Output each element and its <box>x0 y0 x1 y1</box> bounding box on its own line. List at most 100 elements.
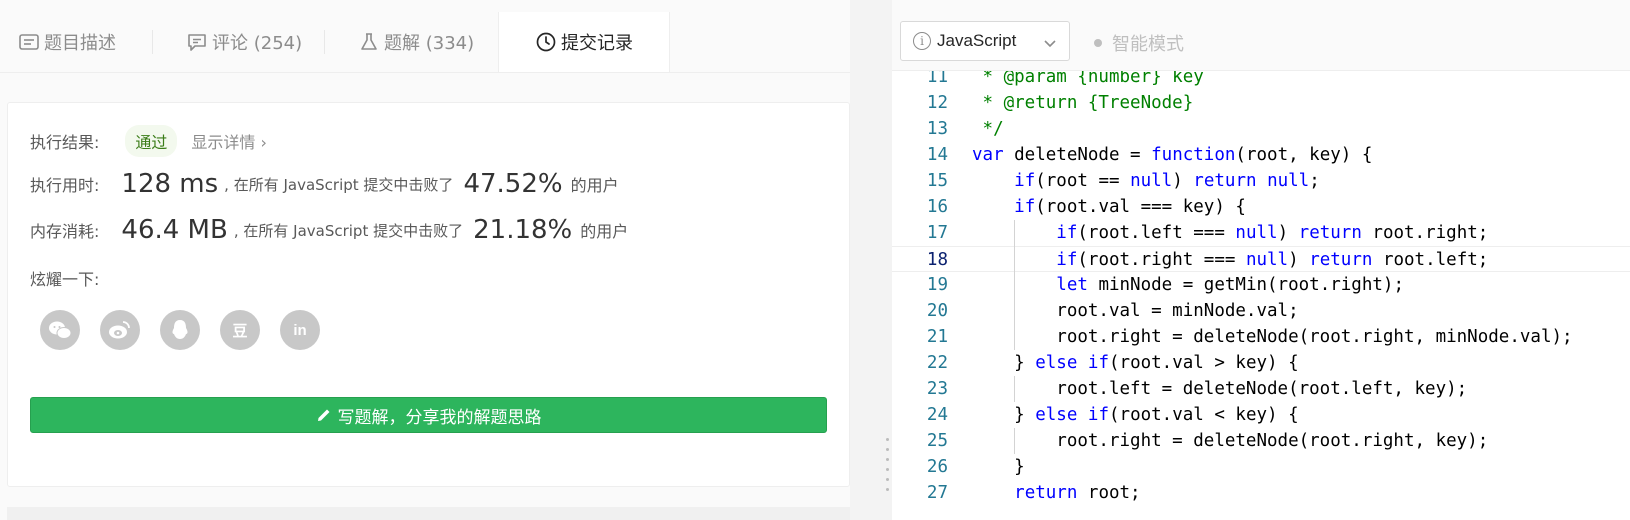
indent-guide <box>1014 428 1016 454</box>
result-panel: 题目描述 评论 (254) 题解 (334) 提交记录 执行结果: 通过 显示详… <box>0 0 850 520</box>
comment-icon <box>186 31 208 53</box>
line-number: 21 <box>926 327 948 347</box>
share-row: 炫耀一下: <box>30 266 99 290</box>
wechat-icon[interactable] <box>40 310 80 350</box>
code-editor[interactable]: 11 * @param {number} key 12 * @return {Tr… <box>892 0 1630 520</box>
line-number: 18 <box>926 250 948 270</box>
description-icon <box>18 31 40 53</box>
tab-description[interactable]: 题目描述 <box>18 12 116 72</box>
language-select[interactable]: i JavaScript <box>900 21 1070 61</box>
code-line[interactable]: 13 */ <box>892 116 1630 142</box>
code-line[interactable]: 27 return root; <box>892 480 1630 506</box>
code-text: } else if(root.val > key) { <box>972 353 1299 373</box>
smart-mode-label: 智能模式 <box>1112 34 1184 55</box>
tab-comments-label: 评论 (254) <box>212 33 303 54</box>
tab-submissions[interactable]: 提交记录 <box>498 12 670 72</box>
code-line[interactable]: 16 if(root.val === key) { <box>892 194 1630 220</box>
runtime-percent: 47.52% <box>463 169 563 199</box>
status-badge: 通过 <box>125 125 178 157</box>
line-number: 13 <box>926 119 948 139</box>
code-text: root.left = deleteNode(root.left, key); <box>972 379 1468 399</box>
line-number: 22 <box>926 353 948 373</box>
tab-solutions-label: 题解 (334) <box>384 33 475 54</box>
douban-icon[interactable]: 豆 <box>220 310 260 350</box>
chevron-down-icon <box>1043 35 1057 55</box>
code-text: root.right = deleteNode(root.right, minN… <box>972 327 1573 347</box>
code-text: var deleteNode = function(root, key) { <box>972 145 1373 165</box>
memory-percent: 21.18% <box>473 215 573 245</box>
tab-comments[interactable]: 评论 (254) <box>186 12 302 72</box>
info-icon: i <box>913 32 931 50</box>
pencil-icon <box>316 407 332 423</box>
tab-divider <box>324 30 325 54</box>
memory-row: 内存消耗: 46.4 MB , 在所有 JavaScript 提交中击败了 21… <box>30 215 628 245</box>
line-number: 14 <box>926 145 948 165</box>
share-buttons: 豆 in <box>40 310 340 350</box>
splitter-grip[interactable] <box>886 458 889 461</box>
memory-label: 内存消耗: <box>30 222 100 241</box>
line-number: 27 <box>926 483 948 503</box>
code-line[interactable]: 22 } else if(root.val > key) { <box>892 350 1630 376</box>
linkedin-glyph: in <box>293 321 307 339</box>
pane-splitter[interactable] <box>850 0 892 520</box>
code-text: root.right = deleteNode(root.right, key)… <box>972 431 1489 451</box>
code-text: * @return {TreeNode} <box>972 93 1194 113</box>
result-label: 执行结果: <box>30 133 100 152</box>
code-line[interactable]: 14 var deleteNode = function(root, key) { <box>892 142 1630 168</box>
line-number: 12 <box>926 93 948 113</box>
code-line[interactable]: 18 if(root.right === null) return root.l… <box>892 246 1630 272</box>
line-number: 23 <box>926 379 948 399</box>
code-line[interactable]: 12 * @return {TreeNode} <box>892 90 1630 116</box>
linkedin-icon[interactable]: in <box>280 310 320 350</box>
weibo-icon[interactable] <box>100 310 140 350</box>
indent-guide <box>1014 376 1016 402</box>
code-text: return root; <box>1014 483 1141 503</box>
code-line[interactable]: 19 let minNode = getMin(root.right); <box>892 272 1630 298</box>
code-line[interactable]: 21 root.right = deleteNode(root.right, m… <box>892 324 1630 350</box>
memory-suffix: 的用户 <box>580 222 629 241</box>
code-line[interactable]: 20 root.val = minNode.val; <box>892 298 1630 324</box>
indent-guide <box>1014 220 1016 350</box>
code-text: if(root.left === null) return root.right… <box>1056 223 1489 243</box>
tab-divider <box>152 30 153 54</box>
splitter-grip[interactable] <box>886 438 889 441</box>
douban-glyph: 豆 <box>232 322 248 340</box>
code-text: root.val = minNode.val; <box>972 301 1299 321</box>
code-line[interactable]: 15 if(root == null) return null; <box>892 168 1630 194</box>
splitter-grip[interactable] <box>886 478 889 481</box>
show-details-link[interactable]: 显示详情 › <box>191 129 267 153</box>
code-text: */ <box>972 119 1004 139</box>
line-number: 19 <box>926 275 948 295</box>
write-solution-button[interactable]: 写题解，分享我的解题思路 <box>30 397 827 433</box>
line-number: 26 <box>926 457 948 477</box>
code-text: if(root == null) return null; <box>1014 171 1320 191</box>
line-number: 25 <box>926 431 948 451</box>
next-card-edge <box>7 507 850 520</box>
code-text: if(root.right === null) return root.left… <box>1056 250 1489 270</box>
line-number: 20 <box>926 301 948 321</box>
memory-desc: , 在所有 JavaScript 提交中击败了 <box>233 221 464 240</box>
code-line[interactable]: 24 } else if(root.val < key) { <box>892 402 1630 428</box>
code-line[interactable]: 26 } <box>892 454 1630 480</box>
write-solution-label: 写题解，分享我的解题思路 <box>337 407 542 428</box>
smart-mode-toggle[interactable]: 智能模式 <box>1094 30 1184 56</box>
splitter-grip[interactable] <box>886 448 889 451</box>
runtime-value: 128 ms <box>121 169 219 199</box>
clock-icon <box>535 31 557 53</box>
tab-solutions[interactable]: 题解 (334) <box>358 12 474 72</box>
runtime-row: 执行用时: 128 ms , 在所有 JavaScript 提交中击败了 47.… <box>30 169 619 199</box>
language-value: JavaScript <box>937 31 1017 50</box>
status-dot-icon <box>1094 39 1102 47</box>
qq-icon[interactable] <box>160 310 200 350</box>
runtime-desc: , 在所有 JavaScript 提交中击败了 <box>224 175 454 194</box>
line-number: 16 <box>926 197 948 217</box>
splitter-grip[interactable] <box>886 488 889 491</box>
code-line[interactable]: 17 if(root.left === null) return root.ri… <box>892 220 1630 246</box>
submission-result-card: 执行结果: 通过 显示详情 › 执行用时: 128 ms , 在所有 JavaS… <box>7 102 850 487</box>
line-number: 17 <box>926 223 948 243</box>
splitter-grip[interactable] <box>886 468 889 471</box>
code-line[interactable]: 23 root.left = deleteNode(root.left, key… <box>892 376 1630 402</box>
code-line[interactable]: 25 root.right = deleteNode(root.right, k… <box>892 428 1630 454</box>
runtime-label: 执行用时: <box>30 176 100 195</box>
tab-submissions-label: 提交记录 <box>561 33 633 54</box>
